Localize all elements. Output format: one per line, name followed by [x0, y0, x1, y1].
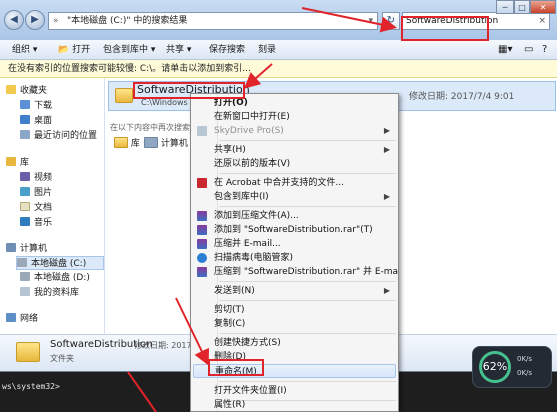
arrow-to-result [243, 63, 273, 89]
arrow-to-search [301, 7, 397, 33]
arrow-to-rename [175, 297, 209, 366]
arrow-tail [127, 371, 157, 412]
annotation-arrows [127, 7, 397, 412]
